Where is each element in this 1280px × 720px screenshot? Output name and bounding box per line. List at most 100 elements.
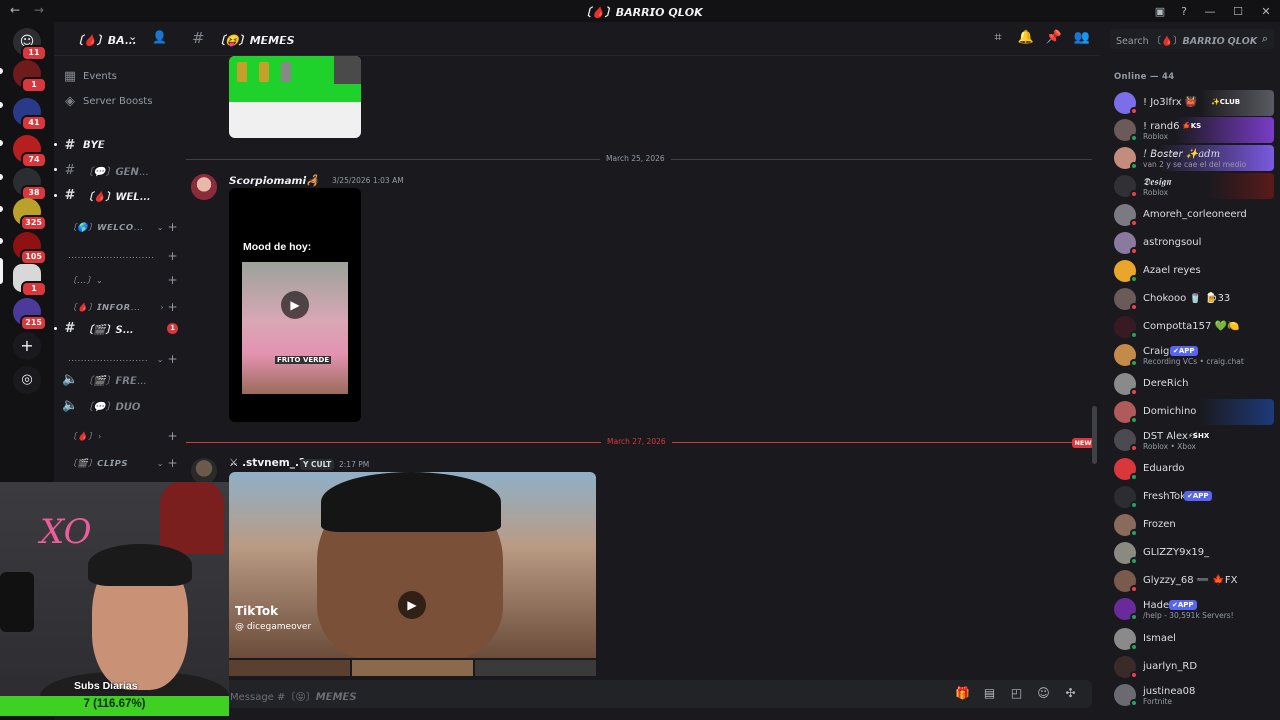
member-item[interactable]: FreshTok ✔APP — [1112, 484, 1276, 510]
play-icon[interactable]: ▶ — [281, 291, 309, 319]
member-item[interactable]: juarlyn_RD — [1112, 654, 1276, 680]
tiktok-handle: @ dicegameover — [235, 622, 312, 632]
channel-s[interactable]: # 〔🎬〕𝙎... 1 — [62, 318, 180, 338]
play-icon[interactable]: ▶ — [398, 591, 426, 619]
message-placeholder: Message #〔😝〕𝙈𝙀𝙈𝙀𝙎 — [230, 692, 357, 703]
invite-people-icon[interactable]: 👤 — [152, 30, 167, 44]
category-welcome[interactable]: 〔🌎〕𝙒𝙀𝙇𝘾𝙊... ⌄ + — [68, 219, 180, 235]
member-item[interactable]: ! 𝘉𝘰𝘴𝘵𝘦𝘳 ✨adm van 2 y se cae el del medio — [1110, 145, 1276, 171]
search-input[interactable]: Search 〔🩸〕𝘽𝘼𝙍𝙍𝙄𝙊 𝙌𝙇𝙊𝙆 ⌕ — [1110, 29, 1274, 49]
bell-icon[interactable]: 🔔 — [1012, 30, 1040, 45]
server-icon-active[interactable]: 1 — [13, 264, 47, 297]
server-boosts-item[interactable]: ◈ Server Boosts — [62, 91, 180, 111]
member-item[interactable]: Azael reyes — [1112, 258, 1276, 284]
member-item[interactable]: justinea08 Fortnite — [1112, 682, 1276, 708]
voice-channel-duo[interactable]: 🔈 〔💬〕𝘿𝙐𝙊 — [62, 395, 180, 415]
category-clips[interactable]: 〔🎬〕𝘾𝙇𝙄𝙋𝙎 ⌄ + — [68, 455, 180, 471]
add-channel-icon[interactable]: + — [167, 220, 178, 234]
member-item[interactable]: Compotta157 💚🍋 — [1112, 314, 1276, 340]
status-indicator — [1130, 134, 1138, 142]
message-author[interactable]: ⚔ .stvnem_.? — [229, 457, 305, 469]
channel-gen[interactable]: # 〔💬〕𝙂𝙀𝙉... — [62, 160, 180, 180]
gift-icon[interactable]: 🎁 — [949, 686, 976, 700]
server-icon[interactable]: 38 — [13, 168, 47, 201]
gif-icon[interactable]: ▤ — [976, 686, 1003, 700]
member-item[interactable]: ! rand6 ⚡ Roblox 🍁KS — [1110, 117, 1276, 143]
pin-icon[interactable]: 📌 — [1040, 30, 1068, 45]
member-item[interactable]: Glyzzy_68 ➖ 🍁FX — [1112, 568, 1276, 594]
member-item[interactable]: ! Jo3lfrx 👹 ✨CLUB — [1110, 90, 1276, 116]
member-item[interactable]: Frozen — [1112, 512, 1276, 538]
back-arrow-icon[interactable]: ← — [10, 3, 20, 17]
forward-arrow-icon[interactable]: → — [34, 3, 44, 17]
server-icon[interactable]: 215 — [13, 298, 47, 331]
category-brackets[interactable]: 〔...〕 ⌄ + — [68, 272, 180, 288]
member-item[interactable]: Ismael — [1112, 626, 1276, 652]
video-embed[interactable]: Mood de hoy: FRITO VERDE ▶ — [229, 188, 361, 422]
help-icon[interactable]: ? — [1172, 5, 1196, 18]
dm-home-button[interactable]: ☺ 11 — [13, 28, 47, 61]
guild-tag[interactable]: Y CULT — [300, 459, 335, 470]
guild-header[interactable]: 〔🩸〕𝘽𝘼... ⌄ 👤 — [54, 22, 186, 56]
member-item[interactable]: GLIZZY9x19_ — [1112, 540, 1276, 566]
image-attachment[interactable] — [229, 56, 361, 138]
status-indicator — [1130, 303, 1138, 311]
member-item[interactable]: Craig Recording VCs • craig.chat ✔APP — [1112, 342, 1276, 368]
boost-gem-icon: ◈ — [65, 93, 75, 109]
category-info[interactable]: 〔🩸〕𝙄𝙉𝙁𝙊𝙍... › + — [68, 299, 180, 315]
add-channel-icon[interactable]: + — [167, 249, 178, 263]
apps-icon[interactable]: ✣ — [1057, 686, 1084, 700]
discover-button[interactable]: ◎ — [13, 366, 41, 394]
maximize-icon[interactable]: ☐ — [1224, 5, 1252, 18]
subs-goal-label: Subs Diarias — [74, 680, 138, 692]
add-channel-icon[interactable]: + — [167, 352, 178, 366]
member-item[interactable]: DST Alex ⚡ Roblox • Xbox ⚡SHX — [1112, 427, 1276, 453]
member-item[interactable]: Chokooo 🥤 🍺33 — [1112, 286, 1276, 312]
unread-pip — [54, 327, 57, 330]
member-item[interactable]: DereRich — [1112, 371, 1276, 397]
category-blood[interactable]: 〔🩸〕 › + — [68, 428, 180, 444]
avatar[interactable] — [191, 458, 217, 484]
message-list[interactable]: March 25, 2026 𝙎𝙘𝙤𝙧𝙥𝙞𝙤𝙢𝙖𝙢𝙞🦂 3/25/2026 1:… — [186, 56, 1100, 676]
events-item[interactable]: ▦ Events — [62, 66, 180, 86]
channel-wel[interactable]: # 〔🩸〕𝙒𝙀𝙇... — [62, 185, 180, 205]
member-name: Craig — [1143, 346, 1170, 357]
category-divider[interactable]: ........................... + — [68, 248, 180, 264]
member-item[interactable]: 𝕯𝖊𝖘𝖎𝖌𝖓 Roblox — [1110, 173, 1276, 199]
video-embed[interactable]: TikTok @ dicegameover ▶ — [229, 472, 596, 658]
inbox-icon[interactable]: ▣ — [1148, 5, 1172, 18]
voice-channel-fre[interactable]: 🔈 〔🎬〕𝙁𝙍𝙀... — [62, 369, 180, 389]
add-channel-icon[interactable]: + — [167, 273, 178, 287]
server-icon[interactable]: 74 — [13, 135, 47, 168]
subs-goal-text: 7 (116.67%) — [83, 698, 146, 710]
channel-bye[interactable]: # 𝘽𝙔𝙀 — [62, 135, 180, 155]
sticker-icon[interactable]: ◰ — [1003, 686, 1030, 700]
member-item[interactable]: Amoreh_corleoneerd — [1112, 202, 1276, 228]
add-channel-icon[interactable]: + — [167, 429, 178, 443]
avatar[interactable] — [191, 174, 217, 200]
category-divider-2[interactable]: ......................... ⌄ + — [68, 351, 180, 367]
member-item[interactable]: Eduardo — [1112, 456, 1276, 482]
close-icon[interactable]: ✕ — [1252, 5, 1280, 18]
server-icon[interactable]: 41 — [13, 98, 47, 131]
threads-icon[interactable]: ⌗ — [984, 30, 1012, 45]
status-indicator — [1130, 613, 1138, 621]
status-indicator — [1130, 331, 1138, 339]
minimize-icon[interactable]: — — [1196, 5, 1224, 18]
member-item[interactable]: Hade/help - 30,591k Servers! ✔APP — [1112, 596, 1276, 622]
add-server-button[interactable]: + — [13, 332, 41, 360]
server-icon[interactable]: 105 — [13, 232, 47, 265]
member-item[interactable]: astrongsoul — [1112, 230, 1276, 256]
date-divider-label: March 25, 2026 — [600, 154, 671, 163]
chat-scrollbar[interactable] — [1092, 406, 1097, 464]
add-channel-icon[interactable]: + — [167, 300, 178, 314]
emoji-icon[interactable]: ☺ — [1030, 686, 1057, 700]
members-icon[interactable]: 👥 — [1068, 30, 1096, 45]
member-item[interactable]: Domichino — [1110, 399, 1276, 425]
message-author[interactable]: 𝙎𝙘𝙤𝙧𝙥𝙞𝙤𝙢𝙖𝙢𝙞🦂 — [229, 174, 319, 187]
attachment-strip[interactable] — [229, 660, 596, 676]
member-name: ! Jo3lfrx 👹 — [1143, 97, 1198, 108]
server-icon[interactable]: 325 — [13, 198, 47, 231]
server-icon[interactable]: 1 — [13, 60, 47, 93]
add-channel-icon[interactable]: + — [167, 456, 178, 470]
